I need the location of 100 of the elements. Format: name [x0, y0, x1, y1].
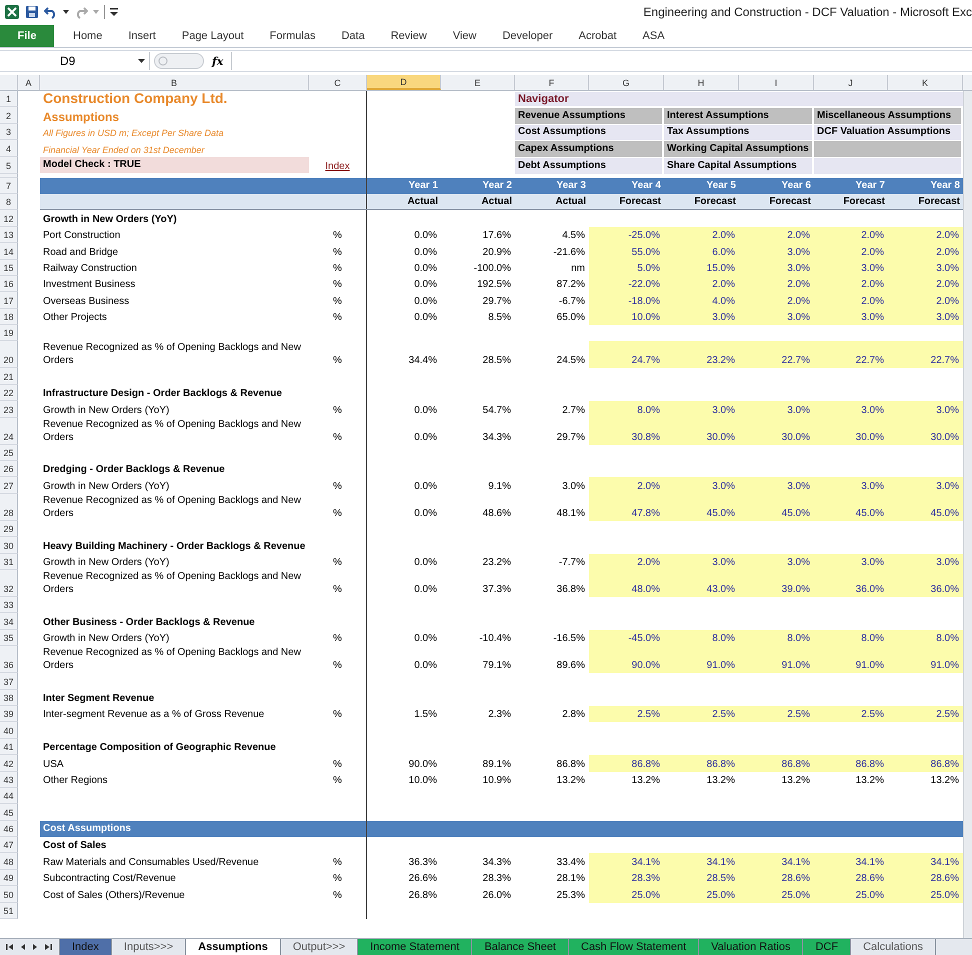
row-header[interactable]: 5: [0, 156, 18, 174]
navigator-link[interactable]: DCF Valuation Assumptions: [814, 124, 961, 140]
input-cell[interactable]: 8.0%: [814, 630, 888, 646]
input-cell[interactable]: 25.0%: [589, 886, 664, 903]
input-cell[interactable]: 91.0%: [888, 646, 963, 674]
input-cell[interactable]: 45.0%: [739, 494, 814, 521]
previous-sheet-icon[interactable]: [20, 943, 26, 951]
input-cell[interactable]: 4.0%: [664, 292, 739, 309]
input-cell[interactable]: 91.0%: [814, 646, 888, 674]
row-header[interactable]: 36: [0, 646, 18, 674]
input-cell[interactable]: 86.8%: [814, 755, 888, 772]
input-cell[interactable]: 15.0%: [664, 260, 739, 276]
navigator-link[interactable]: Capex Assumptions: [515, 141, 662, 157]
ribbon-tab[interactable]: Formulas: [256, 24, 328, 46]
input-cell[interactable]: 30.0%: [888, 418, 963, 445]
sheet-tab[interactable]: Balance Sheet: [471, 939, 569, 955]
sheet-tab[interactable]: Assumptions: [185, 939, 281, 955]
row-header[interactable]: 15: [0, 260, 18, 276]
input-cell[interactable]: 28.6%: [888, 870, 963, 886]
column-header[interactable]: G: [589, 75, 664, 90]
row-header[interactable]: 23: [0, 401, 18, 418]
input-cell[interactable]: 45.0%: [664, 494, 739, 521]
name-box[interactable]: D9: [0, 52, 150, 70]
vertical-scrollbar[interactable]: [963, 91, 972, 938]
input-cell[interactable]: 34.1%: [589, 853, 664, 870]
row-header[interactable]: 28: [0, 494, 18, 521]
input-cell[interactable]: 25.0%: [814, 886, 888, 903]
customize-icon[interactable]: [110, 8, 118, 16]
row-header[interactable]: 17: [0, 292, 18, 309]
input-cell[interactable]: 2.5%: [888, 706, 963, 722]
sheet-tab[interactable]: Index: [59, 939, 112, 955]
undo-icon[interactable]: [44, 5, 58, 19]
row-header[interactable]: 18: [0, 308, 18, 326]
column-header[interactable]: F: [515, 75, 589, 90]
column-header[interactable]: K: [888, 75, 963, 90]
first-sheet-icon[interactable]: [6, 943, 14, 951]
ribbon-tab[interactable]: Acrobat: [566, 24, 630, 46]
input-cell[interactable]: 2.5%: [664, 706, 739, 722]
row-header[interactable]: 32: [0, 570, 18, 597]
input-cell[interactable]: 3.0%: [664, 401, 739, 418]
column-header[interactable]: E: [441, 75, 515, 90]
input-cell[interactable]: 86.8%: [888, 755, 963, 772]
row-header[interactable]: 29: [0, 520, 18, 538]
row-header[interactable]: 48: [0, 853, 18, 870]
input-cell[interactable]: 91.0%: [739, 646, 814, 674]
input-cell[interactable]: 90.0%: [589, 646, 664, 674]
input-cell[interactable]: -45.0%: [589, 630, 664, 646]
input-cell[interactable]: 28.6%: [739, 870, 814, 886]
sheet-tab[interactable]: DCF: [802, 939, 852, 955]
input-cell[interactable]: 91.0%: [664, 646, 739, 674]
last-sheet-icon[interactable]: [44, 943, 52, 951]
input-cell[interactable]: 34.1%: [888, 853, 963, 870]
row-header[interactable]: 16: [0, 276, 18, 292]
input-cell[interactable]: 3.0%: [664, 308, 739, 326]
row-header[interactable]: 41: [0, 738, 18, 756]
input-cell[interactable]: 86.8%: [739, 755, 814, 772]
input-cell[interactable]: 5.0%: [589, 260, 664, 276]
column-header[interactable]: I: [739, 75, 814, 90]
input-cell[interactable]: 3.0%: [814, 308, 888, 326]
input-cell[interactable]: 3.0%: [814, 401, 888, 418]
input-cell[interactable]: 2.5%: [739, 706, 814, 722]
input-cell[interactable]: 3.0%: [739, 260, 814, 276]
input-cell[interactable]: 2.0%: [664, 276, 739, 292]
input-cell[interactable]: 36.0%: [888, 570, 963, 597]
input-cell[interactable]: 3.0%: [814, 260, 888, 276]
input-cell[interactable]: 3.0%: [739, 554, 814, 570]
input-cell[interactable]: 86.8%: [664, 755, 739, 772]
input-cell[interactable]: -25.0%: [589, 226, 664, 244]
input-cell[interactable]: 39.0%: [739, 570, 814, 597]
row-header[interactable]: 13: [0, 226, 18, 244]
row-header[interactable]: 27: [0, 477, 18, 494]
input-cell[interactable]: 2.0%: [814, 226, 888, 244]
row-header[interactable]: 3: [0, 124, 18, 140]
input-cell[interactable]: 47.8%: [589, 494, 664, 521]
input-cell[interactable]: 24.7%: [589, 341, 664, 368]
input-cell[interactable]: 28.5%: [664, 870, 739, 886]
input-cell[interactable]: 3.0%: [888, 260, 963, 276]
input-cell[interactable]: 8.0%: [589, 401, 664, 418]
navigator-link[interactable]: Cost Assumptions: [515, 124, 662, 140]
input-cell[interactable]: 2.0%: [888, 226, 963, 244]
navigator-link[interactable]: Interest Assumptions: [664, 108, 812, 124]
row-header[interactable]: 22: [0, 384, 18, 402]
input-cell[interactable]: 30.0%: [739, 418, 814, 445]
input-cell[interactable]: 3.0%: [888, 477, 963, 494]
row-header[interactable]: 12: [0, 210, 18, 227]
input-cell[interactable]: 8.0%: [888, 630, 963, 646]
input-cell[interactable]: 34.1%: [664, 853, 739, 870]
row-header[interactable]: 2: [0, 107, 18, 124]
row-header[interactable]: 26: [0, 461, 18, 478]
dropdown-icon[interactable]: [63, 9, 69, 15]
input-cell[interactable]: 2.0%: [888, 292, 963, 309]
input-cell[interactable]: 2.0%: [589, 477, 664, 494]
column-header[interactable]: J: [814, 75, 888, 90]
sheet-tab[interactable]: Cash Flow Statement: [568, 939, 700, 955]
input-cell[interactable]: 48.0%: [589, 570, 664, 597]
input-cell[interactable]: 2.0%: [739, 292, 814, 309]
row-header[interactable]: 20: [0, 341, 18, 368]
input-cell[interactable]: 10.0%: [589, 308, 664, 326]
ribbon-tab[interactable]: Data: [328, 24, 378, 46]
row-header[interactable]: 4: [0, 140, 18, 157]
